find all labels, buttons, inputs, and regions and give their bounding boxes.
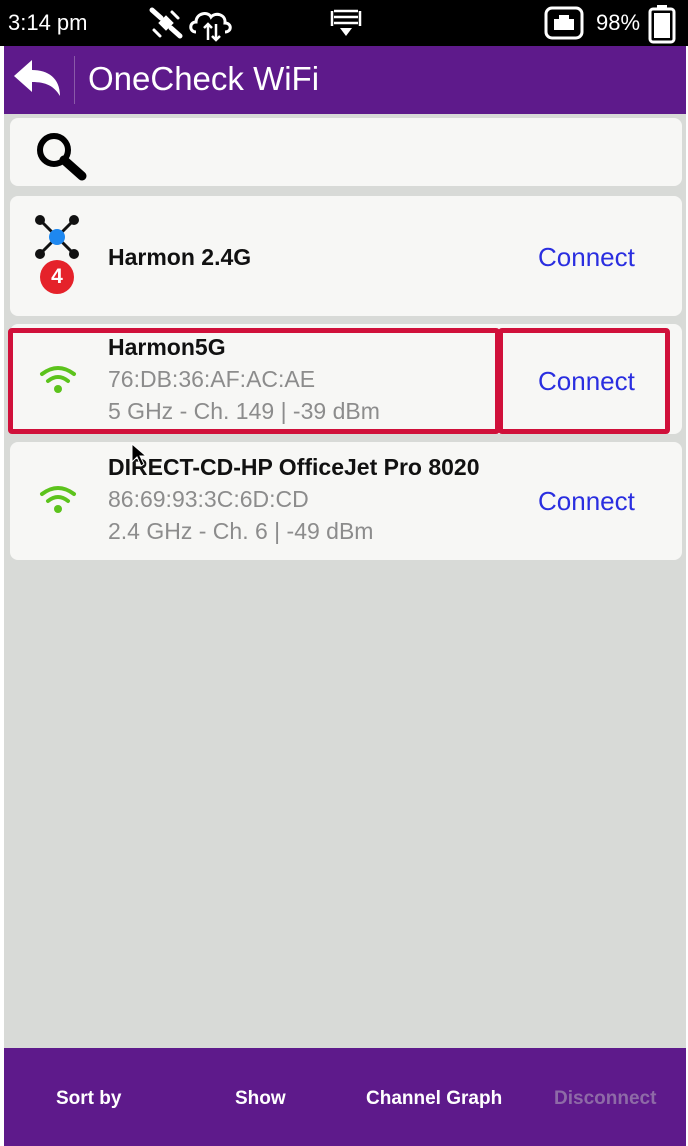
app-bar-divider [74, 56, 75, 104]
app-bar: OneCheck WiFi [4, 46, 686, 114]
search-icon[interactable] [34, 130, 90, 182]
wifi-signal-icon [40, 486, 76, 513]
show-button[interactable]: Show [235, 1088, 286, 1110]
highlight-box [8, 328, 500, 434]
satellite-icon [149, 7, 183, 39]
mesh-network-icon [35, 215, 79, 259]
search-bar[interactable] [10, 118, 682, 186]
sort-by-button[interactable]: Sort by [56, 1088, 121, 1110]
status-time: 3:14 pm [8, 10, 88, 35]
connect-button[interactable]: Connect [538, 486, 635, 517]
mouse-cursor-icon [131, 442, 148, 467]
ethernet-icon [544, 6, 584, 40]
network-item[interactable]: DIRECT-CD-HP OfficeJet Pro 8020 86:69:93… [10, 442, 682, 560]
highlight-box [498, 328, 670, 434]
network-item[interactable]: 4 Harmon 2.4G Connect [10, 196, 682, 316]
battery-icon [648, 5, 676, 44]
tray-icon [330, 9, 362, 36]
network-mac: 86:69:93:3C:6D:CD [108, 486, 309, 512]
page-title: OneCheck WiFi [88, 60, 320, 97]
back-arrow-icon[interactable] [10, 56, 64, 102]
network-details: 2.4 GHz - Ch. 6 | -49 dBm [108, 518, 374, 544]
network-name: DIRECT-CD-HP OfficeJet Pro 8020 [108, 454, 480, 480]
bottom-action-bar: Sort by Show Channel Graph Disconnect [4, 1048, 686, 1146]
connect-button[interactable]: Connect [538, 242, 635, 273]
disconnect-button[interactable]: Disconnect [554, 1088, 656, 1110]
network-name: Harmon 2.4G [108, 244, 252, 270]
status-bar: 3:14 pm 98% [0, 0, 688, 46]
device-count-badge: 4 [40, 260, 74, 294]
cloud-sync-icon [189, 12, 232, 42]
channel-graph-button[interactable]: Channel Graph [366, 1088, 502, 1110]
battery-percent: 98% [596, 10, 641, 35]
